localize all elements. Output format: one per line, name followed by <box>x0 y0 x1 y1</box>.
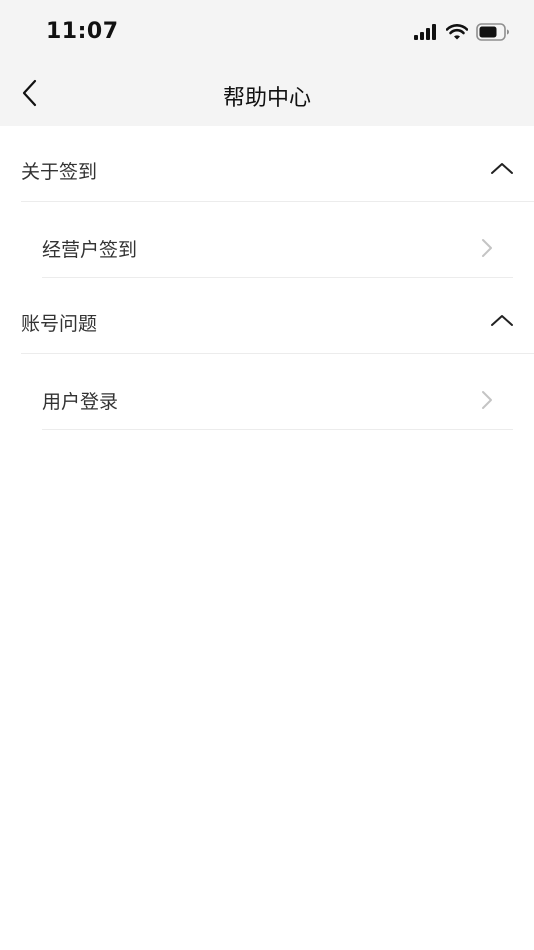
list-item-label: 用户登录 <box>42 391 119 413</box>
help-list: 关于签到 经营户签到 账号问题 用户登录 <box>0 126 534 430</box>
section-header-about-checkin[interactable]: 关于签到 <box>0 126 534 202</box>
status-bar: 11:07 <box>0 0 534 64</box>
section-title: 账号问题 <box>21 313 98 335</box>
cellular-signal-icon <box>414 24 438 44</box>
status-icons <box>414 23 510 45</box>
list-item-label: 经营户签到 <box>42 239 138 261</box>
chevron-right-icon <box>480 390 494 410</box>
divider <box>42 429 513 430</box>
chevron-up-icon <box>488 158 516 178</box>
section-title: 关于签到 <box>21 161 98 183</box>
list-item-user-login[interactable]: 用户登录 <box>0 354 534 430</box>
top-header-area: 11:07 帮助中心 <box>0 0 534 126</box>
battery-icon <box>476 23 510 45</box>
wifi-icon <box>445 24 469 44</box>
page-title: 帮助中心 <box>222 86 311 111</box>
status-time: 11:07 <box>46 19 119 44</box>
list-item-merchant-checkin[interactable]: 经营户签到 <box>0 202 534 278</box>
chevron-up-icon <box>488 310 516 330</box>
chevron-right-icon <box>480 238 494 258</box>
section-header-account-issues[interactable]: 账号问题 <box>0 278 534 354</box>
navigation-bar: 帮助中心 <box>0 64 534 126</box>
